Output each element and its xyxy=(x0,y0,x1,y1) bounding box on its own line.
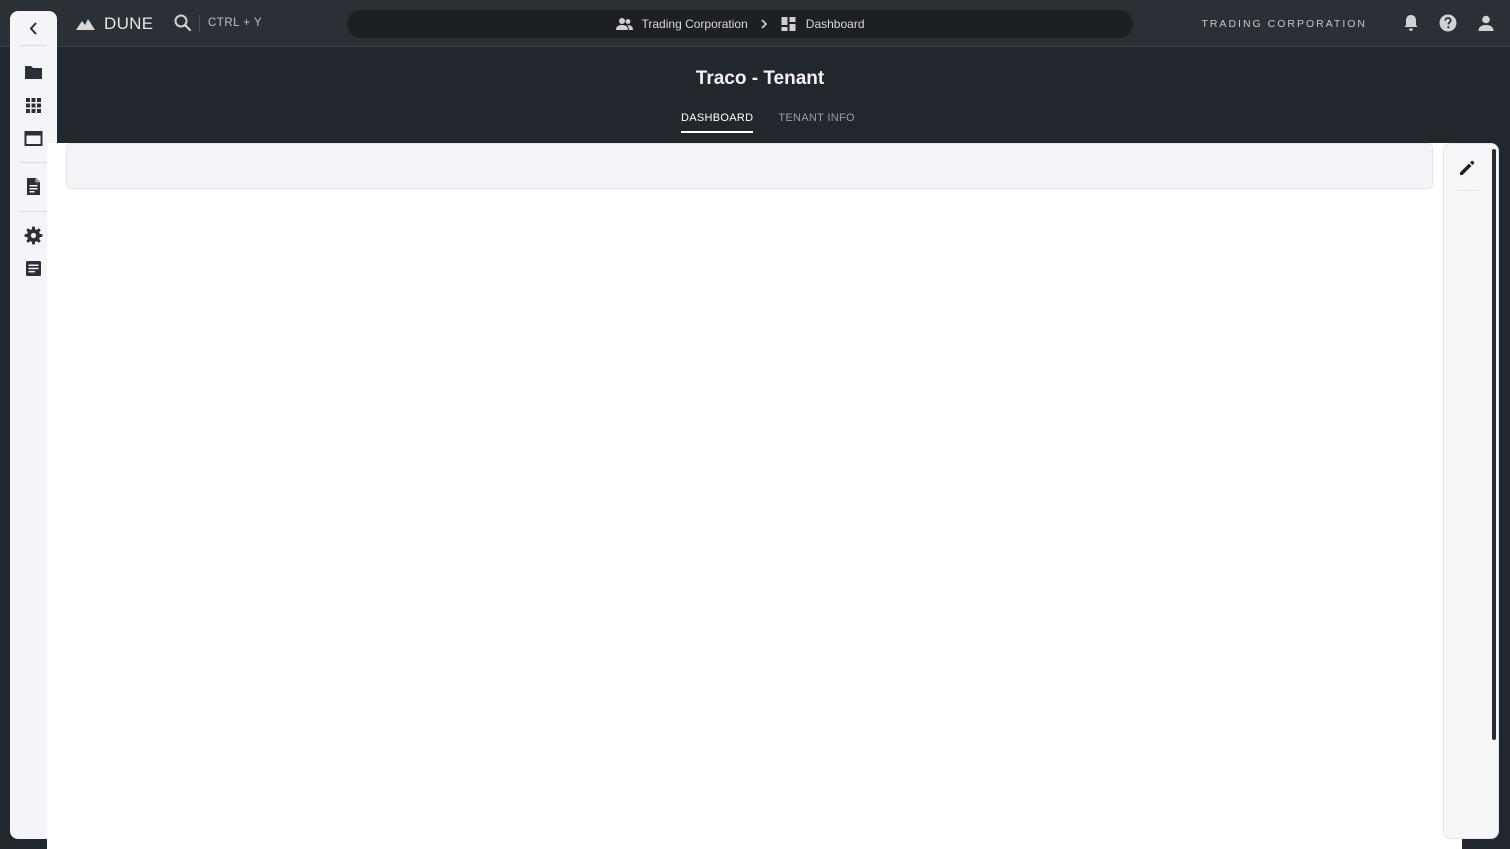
right-tool-panel xyxy=(1443,143,1499,839)
page-tabs: DASHBOARD TENANT INFO xyxy=(681,112,855,133)
sidebar-divider xyxy=(20,162,47,163)
user-account-icon[interactable] xyxy=(1476,13,1496,33)
search-shortcut-hint: CTRL + Y xyxy=(208,17,263,29)
breadcrumb-item-dashboard[interactable]: Dashboard xyxy=(780,17,865,31)
dashboard-icon xyxy=(781,17,796,31)
sidebar-item-documents[interactable] xyxy=(23,176,44,197)
bell-icon[interactable] xyxy=(1401,13,1421,33)
app-logo[interactable]: DUNE xyxy=(76,12,153,36)
help-icon[interactable] xyxy=(1438,13,1458,33)
window-icon xyxy=(24,131,43,146)
breadcrumb-label-tenant: Trading Corporation xyxy=(641,17,748,31)
sidebar-item-logs[interactable] xyxy=(23,258,44,279)
sidebar-item-apps[interactable] xyxy=(23,95,44,116)
page-title: Traco - Tenant xyxy=(695,68,825,89)
app-root: DUNE CTRL + Y Trading Corporation Dashbo… xyxy=(0,0,1510,849)
dashboard-toolbar-card xyxy=(66,143,1433,189)
document-icon xyxy=(27,178,40,195)
tab-dashboard[interactable]: DASHBOARD xyxy=(681,112,754,133)
breadcrumb-item-tenant[interactable]: Trading Corporation xyxy=(615,17,748,31)
people-icon xyxy=(615,18,633,30)
top-bar: DUNE CTRL + Y Trading Corporation Dashbo… xyxy=(0,0,1510,47)
sidebar-divider xyxy=(20,211,47,212)
pencil-icon xyxy=(1460,160,1475,175)
dashboard-content-area xyxy=(47,143,1462,849)
chevron-right-icon xyxy=(758,18,770,30)
notes-icon xyxy=(26,261,41,276)
sidebar-item-settings[interactable] xyxy=(23,225,44,246)
mountain-logo-icon xyxy=(76,19,95,30)
tab-tenant-info[interactable]: TENANT INFO xyxy=(778,112,854,133)
chevron-left-icon xyxy=(29,22,37,35)
sidebar-item-windows[interactable] xyxy=(23,128,44,149)
edit-button[interactable] xyxy=(1457,158,1477,178)
sidebar-collapse-button[interactable] xyxy=(23,18,44,39)
search-divider xyxy=(199,15,200,32)
app-name: DUNE xyxy=(104,14,154,33)
sidebar-divider xyxy=(20,45,47,46)
search-icon[interactable] xyxy=(173,13,193,33)
breadcrumb-label-dashboard: Dashboard xyxy=(805,17,865,31)
apps-grid-icon xyxy=(26,98,41,113)
panel-divider xyxy=(1458,190,1478,191)
tenant-name-label: TRADING CORPORATION xyxy=(1201,18,1367,30)
vertical-scrollbar[interactable] xyxy=(1492,149,1496,740)
gear-icon xyxy=(24,226,43,245)
breadcrumb: Trading Corporation Dashboard xyxy=(347,10,1133,38)
